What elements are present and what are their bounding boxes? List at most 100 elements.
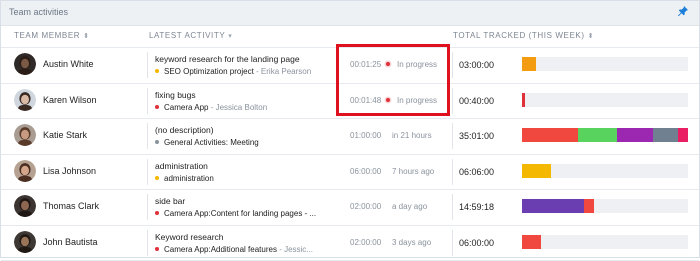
project-name: General Activities: Meeting <box>164 138 259 147</box>
divider <box>452 52 453 78</box>
project-color-dot <box>155 247 159 251</box>
tracked-time-segment[interactable] <box>584 199 594 213</box>
activity-status: 3 days ago <box>392 238 431 247</box>
project-name: Camera App <box>164 103 208 112</box>
activity-project: Camera App - Jessica Bolton <box>155 103 267 112</box>
divider <box>147 88 148 114</box>
tracked-time-segment[interactable] <box>522 199 584 213</box>
project-color-dot <box>155 140 159 144</box>
activity-task: Keyword research <box>155 232 224 242</box>
project-color-dot <box>155 105 159 109</box>
sort-desc-icon: ▾ <box>228 33 232 40</box>
member-name[interactable]: Katie Stark <box>43 130 87 140</box>
project-color-dot <box>155 211 159 215</box>
divider <box>452 194 453 220</box>
member-name[interactable]: Lisa Johnson <box>43 166 96 176</box>
tracked-time-segment[interactable] <box>522 128 578 142</box>
highlight-box <box>336 44 450 116</box>
project-name: administration <box>164 174 214 183</box>
activity-task: fixing bugs <box>155 90 196 100</box>
activity-duration: 02:00:00 <box>350 202 381 211</box>
tracked-time-segment[interactable] <box>617 128 654 142</box>
tracked-time-segment[interactable] <box>522 57 536 71</box>
activity-task: keyword research for the landing page <box>155 54 300 64</box>
project-name: Camera App:Content for landing pages - .… <box>164 209 316 218</box>
divider <box>147 123 148 149</box>
tracked-time-segment[interactable] <box>522 235 541 249</box>
avatar[interactable] <box>14 195 36 217</box>
total-tracked: 14:59:18 <box>459 202 494 212</box>
panel-titlebar: Team activities <box>1 1 699 26</box>
activity-task: (no description) <box>155 125 214 135</box>
table-row[interactable]: Katie Stark (no description) General Act… <box>1 119 699 155</box>
divider <box>147 230 148 256</box>
avatar[interactable] <box>14 160 36 182</box>
activity-project: General Activities: Meeting <box>155 138 259 147</box>
tracked-time-bar[interactable] <box>522 128 688 142</box>
column-latest-activity-label: LATEST ACTIVITY <box>149 31 225 40</box>
table-row[interactable]: Thomas Clark side bar Camera App:Content… <box>1 190 699 226</box>
activity-status: a day ago <box>392 202 427 211</box>
team-activities-panel: Team activities TEAM MEMBER⬍ LATEST ACTI… <box>0 0 700 258</box>
column-total-tracked[interactable]: TOTAL TRACKED (THIS WEEK)⬍ <box>453 31 594 40</box>
sort-icon: ⬍ <box>83 33 89 40</box>
total-tracked: 03:00:00 <box>459 60 494 70</box>
avatar[interactable] <box>14 89 36 111</box>
client-name: - Erika Pearson <box>254 67 311 76</box>
tracked-time-bar[interactable] <box>522 93 688 107</box>
tracked-time-bar[interactable] <box>522 57 688 71</box>
activity-status: in 21 hours <box>392 131 432 140</box>
activity-status: 7 hours ago <box>392 167 434 176</box>
divider <box>147 159 148 185</box>
tracked-time-segment[interactable] <box>678 128 688 142</box>
activity-project: Camera App:Additional features - Jessic.… <box>155 245 313 254</box>
tracked-time-segment[interactable] <box>522 164 551 178</box>
activity-project: Camera App:Content for landing pages - .… <box>155 209 316 218</box>
divider <box>147 194 148 220</box>
member-name[interactable]: John Bautista <box>43 237 98 247</box>
member-name[interactable]: Thomas Clark <box>43 201 99 211</box>
project-name: Camera App:Additional features <box>164 245 277 254</box>
activity-project: administration <box>155 174 214 183</box>
avatar[interactable] <box>14 53 36 75</box>
divider <box>452 159 453 185</box>
divider <box>452 123 453 149</box>
activity-project: SEO Optimization project - Erika Pearson <box>155 67 311 76</box>
client-name: - Jessic... <box>277 245 313 254</box>
tracked-time-bar[interactable] <box>522 199 688 213</box>
total-tracked: 00:40:00 <box>459 96 494 106</box>
avatar[interactable] <box>14 231 36 253</box>
tracked-time-segment[interactable] <box>578 128 616 142</box>
pin-icon[interactable] <box>677 5 689 17</box>
sort-icon: ⬍ <box>588 33 594 40</box>
table-row[interactable]: Lisa Johnson administration administrati… <box>1 155 699 191</box>
project-name: SEO Optimization project <box>164 67 254 76</box>
table-row[interactable]: John Bautista Keyword research Camera Ap… <box>1 226 699 261</box>
activity-duration: 01:00:00 <box>350 131 381 140</box>
total-tracked: 35:01:00 <box>459 131 494 141</box>
total-tracked: 06:00:00 <box>459 238 494 248</box>
tracked-time-segment[interactable] <box>522 93 525 107</box>
column-team-member-label: TEAM MEMBER <box>14 31 80 40</box>
client-name: - Jessica Bolton <box>208 103 267 112</box>
project-color-dot <box>155 69 159 73</box>
activity-duration: 02:00:00 <box>350 238 381 247</box>
activity-duration: 06:00:00 <box>350 167 381 176</box>
total-tracked: 06:06:00 <box>459 167 494 177</box>
activity-task: side bar <box>155 196 185 206</box>
tracked-time-bar[interactable] <box>522 235 688 249</box>
divider <box>452 230 453 256</box>
column-latest-activity[interactable]: LATEST ACTIVITY▾ <box>149 31 232 40</box>
panel-title: Team activities <box>9 7 68 17</box>
avatar[interactable] <box>14 124 36 146</box>
member-name[interactable]: Austin White <box>43 59 94 69</box>
tracked-time-segment[interactable] <box>653 128 678 142</box>
member-name[interactable]: Karen Wilson <box>43 95 97 105</box>
project-color-dot <box>155 176 159 180</box>
activity-task: administration <box>155 161 208 171</box>
column-team-member[interactable]: TEAM MEMBER⬍ <box>14 31 90 40</box>
column-total-tracked-label: TOTAL TRACKED (THIS WEEK) <box>453 31 585 40</box>
divider <box>147 52 148 78</box>
tracked-time-bar[interactable] <box>522 164 688 178</box>
divider <box>452 88 453 114</box>
